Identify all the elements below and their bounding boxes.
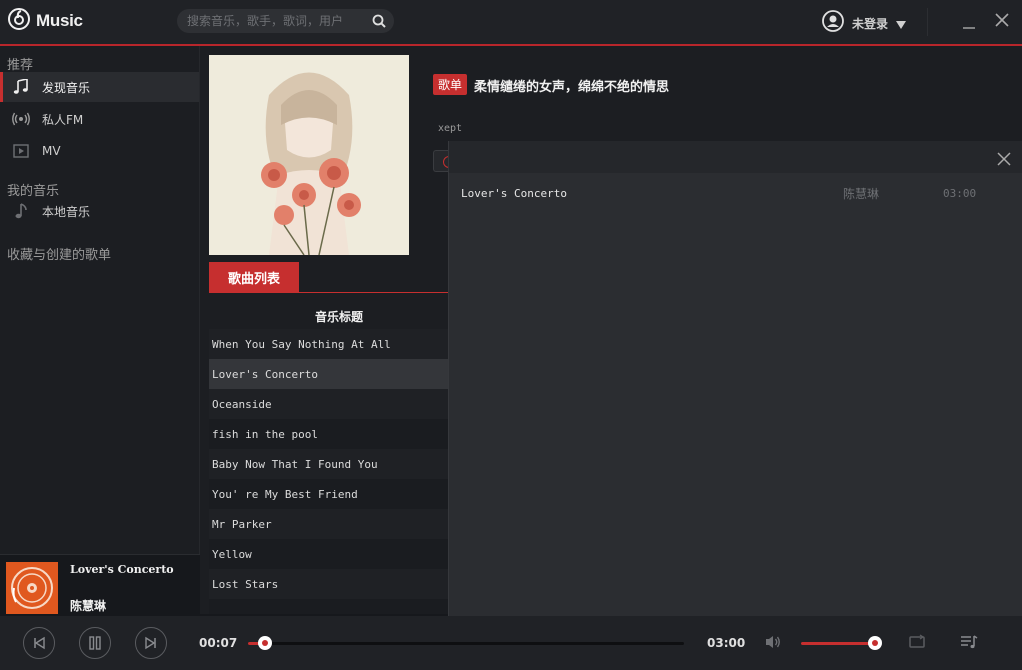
divider [927, 8, 928, 36]
song-row[interactable]: Oceanside [209, 389, 449, 419]
column-header-title: 音乐标题 [315, 310, 364, 324]
queue-item[interactable]: Lover's Concerto 陈慧琳 03:00 [461, 183, 1009, 203]
volume-fill [801, 642, 875, 645]
repeat-icon[interactable] [908, 634, 926, 654]
volume-handle[interactable] [868, 636, 882, 650]
video-icon [12, 144, 30, 158]
chevron-down-icon[interactable] [896, 14, 907, 33]
song-row [209, 599, 449, 614]
music-note-icon [12, 79, 30, 95]
song-row[interactable]: Lost Stars [209, 569, 449, 599]
previous-button[interactable] [23, 627, 55, 659]
playlist-creator[interactable]: xept [438, 123, 462, 134]
pause-button[interactable] [79, 627, 111, 659]
playlist-title: 柔情缱绻的女声，绵绵不绝的情思 [474, 80, 670, 95]
playlist-badge: 歌单 [433, 74, 468, 95]
search-icon[interactable] [372, 13, 386, 32]
sidebar-section-recommend: 推荐 [7, 58, 34, 73]
sidebar-item-fm[interactable]: 私人FM [0, 104, 199, 134]
volume-slider[interactable] [801, 636, 882, 650]
close-icon[interactable] [994, 12, 1010, 32]
song-row[interactable]: Lover's Concerto [209, 359, 449, 389]
song-row[interactable]: fish in the pool [209, 419, 449, 449]
sidebar-section-playlists: 收藏与创建的歌单 [7, 248, 112, 263]
current-time: 00:07 [199, 636, 238, 650]
top-bar: Music 未登录 [0, 0, 1022, 46]
queue-item-title: Lover's Concerto [461, 186, 567, 200]
search-input[interactable] [187, 12, 367, 30]
skip-forward-icon [145, 636, 156, 650]
tab-underline [299, 292, 449, 293]
progress-handle[interactable] [258, 636, 272, 650]
sidebar-item-label: 私人FM [42, 112, 84, 127]
sidebar: 推荐 发现音乐 私人FM MV 我的音乐 本地音乐 收藏与创建的歌单 [0, 46, 200, 614]
netease-logo-icon [8, 8, 30, 34]
song-row[interactable]: Yellow [209, 539, 449, 569]
sidebar-item-label: MV [42, 144, 61, 158]
tab-song-list[interactable]: 歌曲列表 [209, 262, 299, 293]
user-menu[interactable]: 未登录 [822, 10, 907, 36]
app-title: Music [36, 11, 83, 30]
sidebar-item-label: 发现音乐 [42, 80, 91, 95]
now-playing-title: Lover's Concerto [70, 563, 174, 576]
volume-icon[interactable] [764, 634, 782, 654]
total-time: 03:00 [707, 636, 746, 650]
queue-item-artist: 陈慧琳 [843, 186, 880, 201]
song-row[interactable]: You' re My Best Friend [209, 479, 449, 509]
sidebar-item-local-music[interactable]: 本地音乐 [0, 196, 199, 226]
radio-icon [12, 112, 30, 126]
skip-back-icon [34, 636, 45, 650]
minimize-icon[interactable] [962, 10, 976, 34]
queue-header [449, 141, 1022, 173]
playlist-cover-image [209, 55, 409, 255]
search-box[interactable] [177, 9, 394, 33]
queue-item-duration: 03:00 [943, 186, 977, 200]
sidebar-item-discover[interactable]: 发现音乐 [0, 72, 199, 102]
progress-bar[interactable] [248, 636, 684, 650]
song-row[interactable]: Mr Parker [209, 509, 449, 539]
now-playing[interactable]: Lover's Concerto 陈慧琳 [0, 554, 200, 616]
vinyl-icon [6, 562, 58, 614]
player-bar: 00:07 03:00 [0, 616, 1022, 670]
sidebar-item-mv[interactable]: MV [0, 136, 199, 166]
login-status[interactable]: 未登录 [852, 15, 888, 32]
music-note-icon [12, 203, 30, 219]
song-row[interactable]: When You Say Nothing At All [209, 329, 449, 359]
pause-icon [89, 636, 101, 650]
close-icon[interactable] [997, 151, 1011, 170]
now-playing-artist: 陈慧琳 [70, 599, 107, 613]
play-queue-panel: Lover's Concerto 陈慧琳 03:00 [448, 141, 1022, 616]
next-button[interactable] [135, 627, 167, 659]
avatar-icon[interactable] [822, 10, 844, 36]
sidebar-item-label: 本地音乐 [42, 204, 91, 219]
song-row[interactable]: Baby Now That I Found You [209, 449, 449, 479]
playlist-queue-icon[interactable] [960, 634, 978, 654]
app-logo[interactable]: Music [8, 8, 83, 34]
now-playing-cover[interactable] [6, 562, 58, 614]
